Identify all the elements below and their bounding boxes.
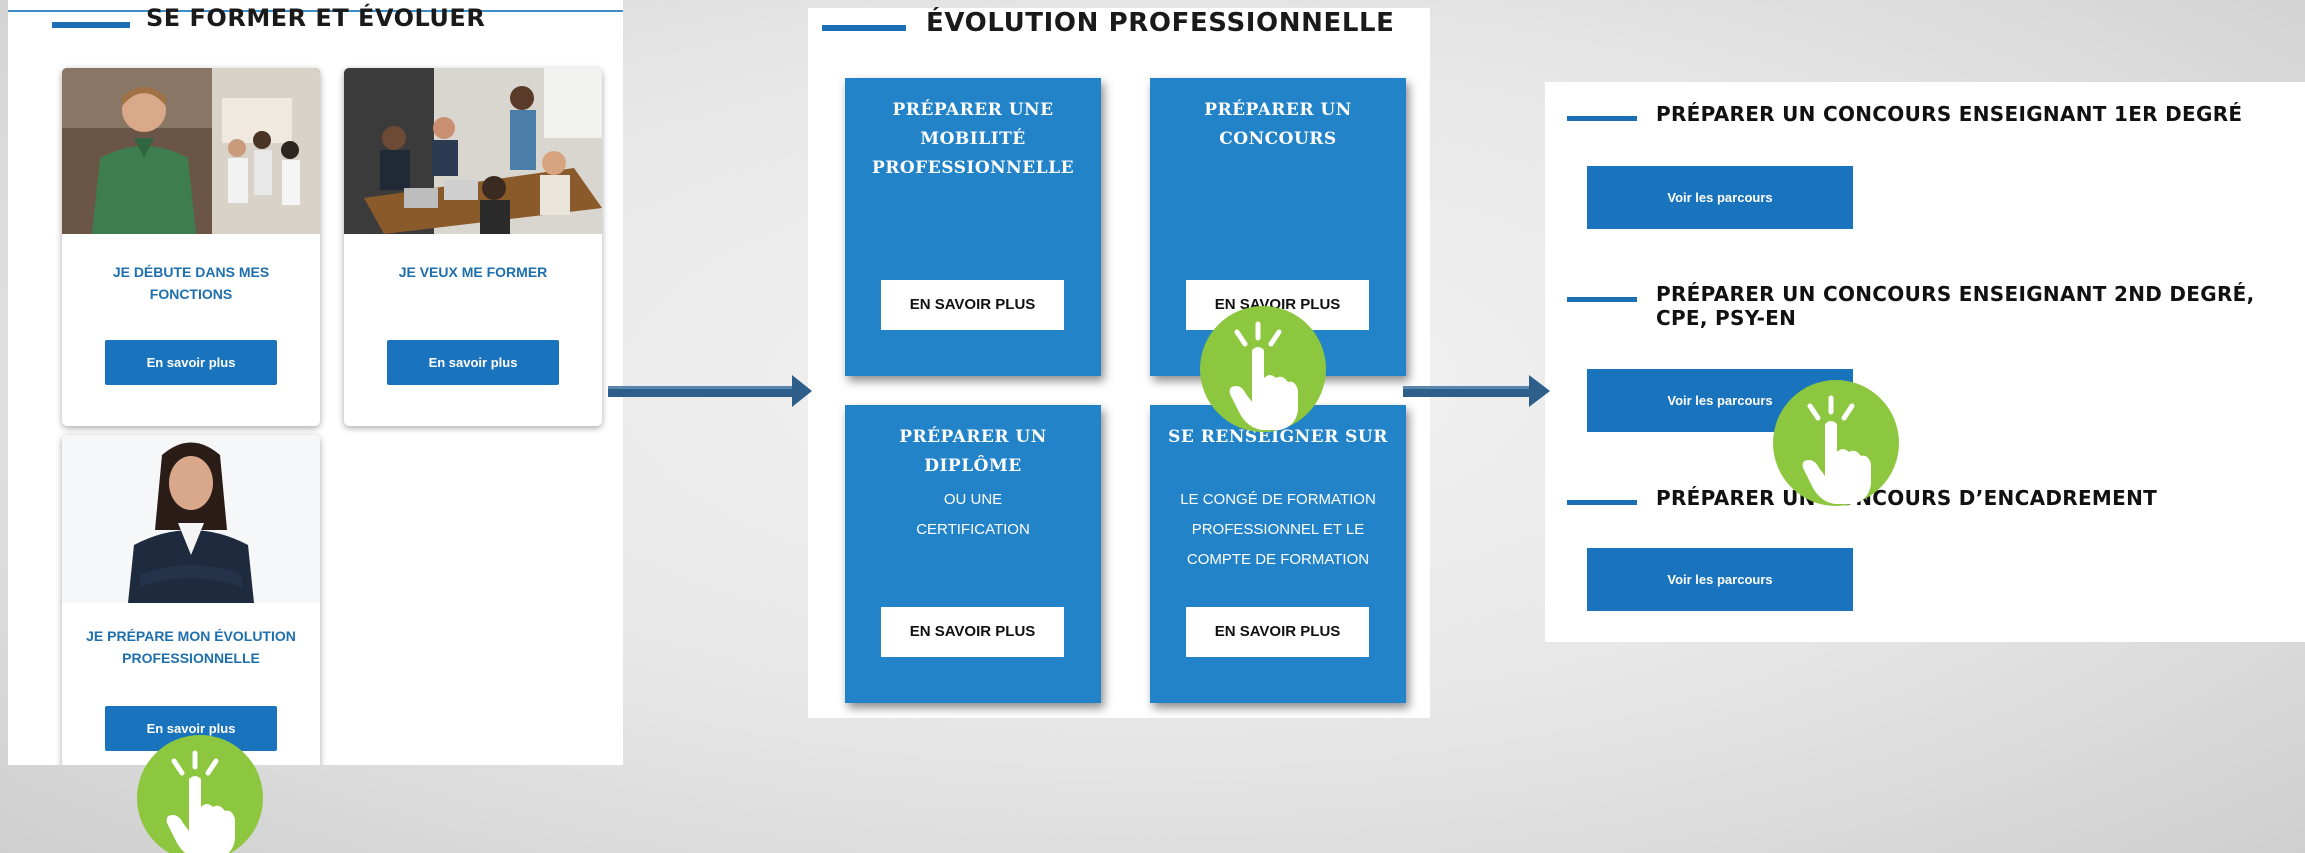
card-se-renseigner: SE RENSEIGNER SUR LE CONGÉ DE FORMATION … (1150, 405, 1406, 703)
photo-woman-suit (62, 435, 320, 603)
arrow-right-icon (608, 375, 812, 407)
title-accent-bar (52, 22, 130, 28)
section-heading: PRÉPARER UN CONCOURS D’ENCADREMENT (1656, 486, 2158, 510)
title-accent-bar (1567, 116, 1637, 121)
voir-les-parcours-button[interactable]: Voir les parcours (1587, 548, 1853, 611)
card-mobilite: PRÉPARER UNE MOBILITÉ PROFESSIONNELLE EN… (845, 78, 1101, 376)
section-heading: PRÉPARER UN CONCOURS ENSEIGNANT 1ER DEGR… (1656, 102, 2243, 126)
card-title: JE DÉBUTE DANS MES FONCTIONS (112, 264, 270, 302)
photo-man-green-shirt (62, 68, 320, 234)
title-accent-bar (1567, 297, 1637, 302)
pointing-hand-click-icon (1200, 306, 1326, 432)
en-savoir-plus-button[interactable]: EN SAVOIR PLUS (881, 607, 1064, 657)
panel-se-former-evoluer: SE FORMER ET ÉVOLUER JE DÉBUTE DANS MES (8, 0, 623, 765)
en-savoir-plus-button[interactable]: EN SAVOIR PLUS (1186, 607, 1369, 657)
pointing-hand-click-icon (1773, 380, 1899, 506)
photo-team-meeting (344, 68, 602, 234)
en-savoir-plus-button[interactable]: En savoir plus (105, 340, 277, 385)
card-title: PRÉPARER UN CONCOURS (1204, 100, 1352, 149)
card-evolution-professionnelle: JE PRÉPARE MON ÉVOLUTION PROFESSIONNELLE… (62, 435, 320, 765)
card-title: PRÉPARER UN DIPLÔME (899, 427, 1047, 476)
card-title: JE PRÉPARE MON ÉVOLUTION PROFESSIONNELLE (86, 628, 296, 666)
pointing-hand-click-icon (137, 735, 263, 853)
panel-title: SE FORMER ET ÉVOLUER (146, 4, 486, 32)
card-je-debute: JE DÉBUTE DANS MES FONCTIONS En savoir p… (62, 68, 320, 426)
card-subtitle: LE CONGÉ DE FORMATION PROFESSIONNEL ET L… (1180, 491, 1376, 568)
title-accent-bar (822, 25, 906, 31)
card-title: JE VEUX ME FORMER (398, 264, 548, 280)
title-accent-bar (1567, 500, 1637, 505)
card-title: PRÉPARER UNE MOBILITÉ PROFESSIONNELLE (871, 100, 1075, 178)
en-savoir-plus-button[interactable]: En savoir plus (387, 340, 559, 385)
panel-title: ÉVOLUTION PROFESSIONNELLE (926, 8, 1395, 38)
arrow-right-icon (1403, 375, 1550, 407)
voir-les-parcours-button[interactable]: Voir les parcours (1587, 166, 1853, 229)
card-diplome: PRÉPARER UN DIPLÔME OU UNE CERTIFICATION… (845, 405, 1101, 703)
section-heading: PRÉPARER UN CONCOURS ENSEIGNANT 2ND DEGR… (1656, 282, 2255, 330)
en-savoir-plus-button[interactable]: EN SAVOIR PLUS (881, 280, 1064, 330)
panel-preparer-concours: PRÉPARER UN CONCOURS ENSEIGNANT 1ER DEGR… (1545, 82, 2305, 642)
panel-evolution-professionnelle: ÉVOLUTION PROFESSIONNELLE PRÉPARER UNE M… (808, 8, 1430, 718)
card-subtitle: OU UNE CERTIFICATION (916, 491, 1030, 538)
card-je-veux-me-former: JE VEUX ME FORMER En savoir plus (344, 68, 602, 426)
